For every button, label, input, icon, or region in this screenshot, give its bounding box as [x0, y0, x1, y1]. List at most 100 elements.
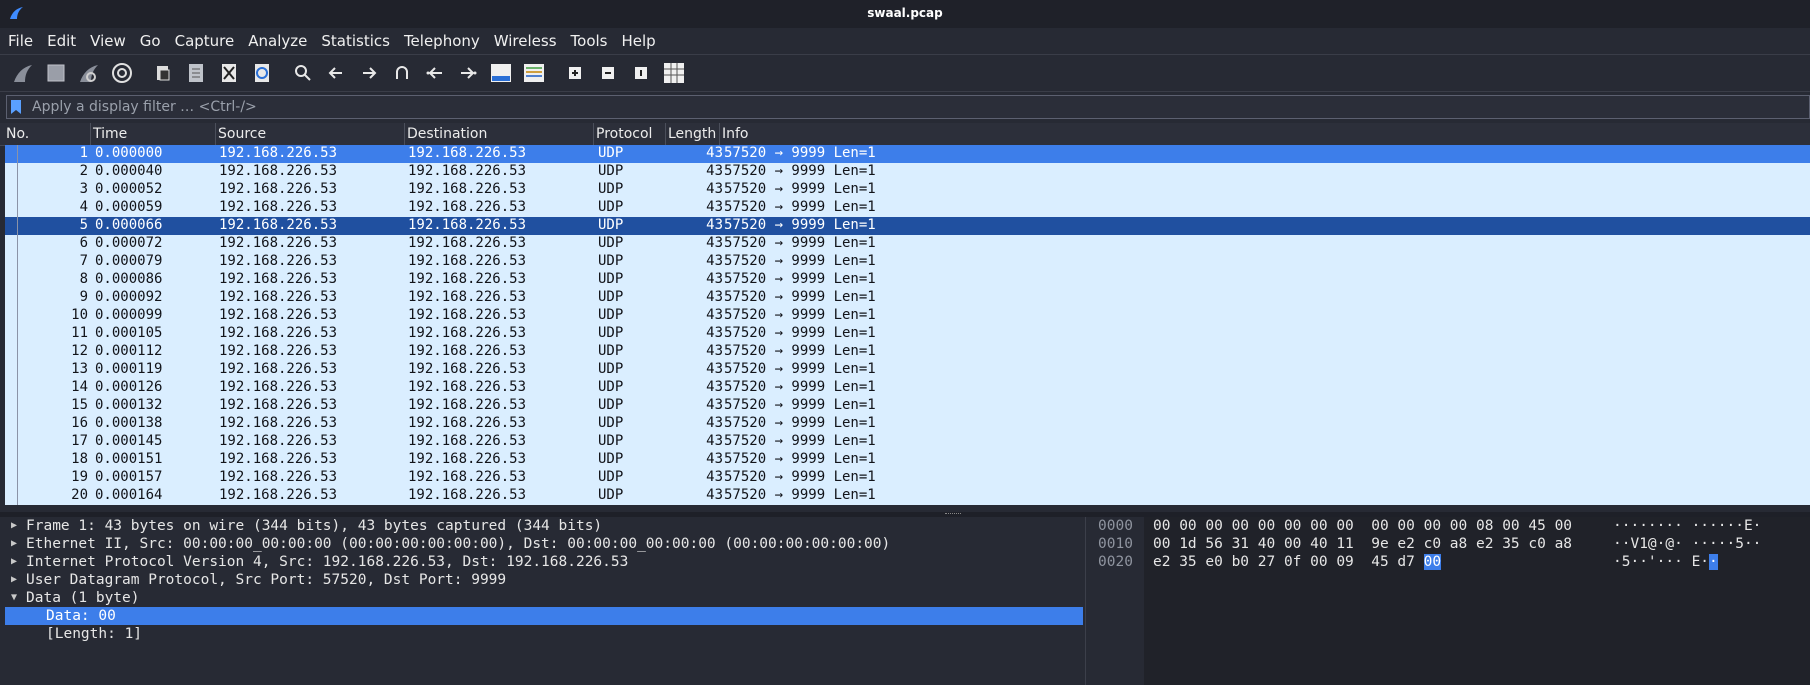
hex-bytes[interactable]: 00 00 00 00 00 00 00 00 00 00 00 00 08 0…	[1153, 517, 1572, 535]
go-last-packet-icon[interactable]	[455, 60, 481, 86]
expand-arrow-icon[interactable]: ▶	[11, 535, 17, 553]
bookmark-icon[interactable]	[10, 98, 24, 116]
column-header-no[interactable]: No.	[6, 126, 29, 142]
packet-row[interactable]: 17 0.000145 192.168.226.53 192.168.226.53 UD…	[5, 433, 1810, 451]
splitter-grip[interactable]	[945, 513, 961, 516]
menu-analyze[interactable]: Analyze	[248, 32, 307, 50]
stop-capture-icon[interactable]	[43, 60, 69, 86]
auto-scroll-icon[interactable]	[488, 60, 514, 86]
column-header-source[interactable]: Source	[218, 126, 266, 142]
menu-capture[interactable]: Capture	[175, 32, 235, 50]
packet-row[interactable]: 4 0.000059 192.168.226.53 192.168.226.53 UDP…	[5, 199, 1810, 217]
hex-bytes[interactable]: 00 1d 56 31 40 00 40 11 9e e2 c0 a8 e2 3…	[1153, 535, 1572, 553]
menu-go[interactable]: Go	[140, 32, 161, 50]
column-header-protocol[interactable]: Protocol	[596, 126, 652, 142]
go-first-packet-icon[interactable]	[422, 60, 448, 86]
menu-statistics[interactable]: Statistics	[321, 32, 390, 50]
packet-row[interactable]: 19 0.000157 192.168.226.53 192.168.226.53 UD…	[5, 469, 1810, 487]
detail-data-length[interactable]: [Length: 1]	[5, 625, 1083, 643]
packet-row[interactable]: 12 0.000112 192.168.226.53 192.168.226.53 UD…	[5, 343, 1810, 361]
go-to-packet-icon[interactable]	[389, 60, 415, 86]
packet-time: 0.000119	[95, 361, 163, 377]
detail-udp[interactable]: ▶ User Datagram Protocol, Src Port: 57520…	[5, 571, 1083, 589]
go-back-icon[interactable]	[323, 60, 349, 86]
display-filter-input[interactable]	[30, 98, 1809, 116]
restart-capture-icon[interactable]	[76, 60, 102, 86]
packet-protocol: UDP	[598, 253, 624, 269]
packet-destination: 192.168.226.53	[408, 343, 527, 359]
zoom-out-icon[interactable]	[595, 60, 621, 86]
zoom-in-icon[interactable]	[562, 60, 588, 86]
packet-row[interactable]: 16 0.000138 192.168.226.53 192.168.226.53 UD…	[5, 415, 1810, 433]
normal-size-icon[interactable]	[628, 60, 654, 86]
packet-info: 57520 → 9999 Len=1	[724, 199, 876, 215]
packet-row[interactable]: 18 0.000151 192.168.226.53 192.168.226.53 UD…	[5, 451, 1810, 469]
start-capture-icon[interactable]	[10, 60, 36, 86]
detail-ethernet[interactable]: ▶ Ethernet II, Src: 00:00:00_00:00:00 (00…	[5, 535, 1083, 553]
detail-data[interactable]: ▼ Data (1 byte)	[5, 589, 1083, 607]
packet-row[interactable]: 2 0.000040 192.168.226.53 192.168.226.53 UDP…	[5, 163, 1810, 181]
packet-row[interactable]: 7 0.000079 192.168.226.53 192.168.226.53 UDP…	[5, 253, 1810, 271]
column-header-info[interactable]: Info	[722, 126, 749, 142]
packet-row[interactable]: 3 0.000052 192.168.226.53 192.168.226.53 UDP…	[5, 181, 1810, 199]
detail-frame[interactable]: ▶ Frame 1: 43 bytes on wire (344 bits), 4…	[5, 517, 1083, 535]
packet-no: 9	[79, 289, 88, 305]
open-file-icon[interactable]	[150, 60, 176, 86]
packet-time: 0.000157	[95, 469, 163, 485]
menu-tools[interactable]: Tools	[571, 32, 608, 50]
close-file-icon[interactable]	[216, 60, 242, 86]
column-header-length[interactable]: Length	[668, 126, 716, 142]
go-forward-icon[interactable]	[356, 60, 382, 86]
resize-columns-icon[interactable]	[661, 60, 687, 86]
packet-row[interactable]: 10 0.000099 192.168.226.53 192.168.226.53 UD…	[5, 307, 1810, 325]
menu-telephony[interactable]: Telephony	[404, 32, 480, 50]
menu-edit[interactable]: Edit	[47, 32, 76, 50]
packet-row[interactable]: 13 0.000119 192.168.226.53 192.168.226.53 UD…	[5, 361, 1810, 379]
expand-arrow-icon[interactable]: ▶	[11, 553, 17, 571]
menu-view[interactable]: View	[90, 32, 126, 50]
packet-row[interactable]: 5 0.000066 192.168.226.53 192.168.226.53 UDP…	[5, 217, 1810, 235]
hex-bytes[interactable]: e2 35 e0 b0 27 0f 00 09 45 d7 00	[1153, 553, 1442, 571]
expand-arrow-icon[interactable]: ▶	[11, 571, 17, 589]
packet-length: 43	[706, 199, 723, 215]
expand-arrow-icon[interactable]: ▶	[11, 517, 17, 535]
colorize-icon[interactable]	[521, 60, 547, 86]
packet-length: 43	[706, 181, 723, 197]
packet-no: 7	[79, 253, 88, 269]
ascii-selected-byte[interactable]: ·	[1709, 554, 1718, 570]
packet-time: 0.000059	[95, 199, 163, 215]
hex-selected-byte[interactable]: 00	[1423, 554, 1442, 570]
packet-row[interactable]: 14 0.000126 192.168.226.53 192.168.226.53 UD…	[5, 379, 1810, 397]
detail-ipv4[interactable]: ▶ Internet Protocol Version 4, Src: 192.1…	[5, 553, 1083, 571]
packet-no: 20	[71, 487, 88, 503]
hex-ascii[interactable]: ··V1@·@· ·····5··	[1613, 535, 1761, 553]
main-toolbar	[0, 55, 1810, 92]
hex-ascii[interactable]: ········ ······E·	[1613, 517, 1761, 535]
packet-destination: 192.168.226.53	[408, 379, 527, 395]
packet-source: 192.168.226.53	[219, 415, 338, 431]
packet-row[interactable]: 11 0.000105 192.168.226.53 192.168.226.53 UD…	[5, 325, 1810, 343]
packet-row[interactable]: 20 0.000164 192.168.226.53 192.168.226.53 UD…	[5, 487, 1810, 505]
find-packet-icon[interactable]	[290, 60, 316, 86]
save-file-icon[interactable]	[183, 60, 209, 86]
title-bar: swaal.pcap	[0, 0, 1810, 28]
packet-row[interactable]: 15 0.000132 192.168.226.53 192.168.226.53 UD…	[5, 397, 1810, 415]
packet-destination: 192.168.226.53	[408, 397, 527, 413]
packet-row[interactable]: 9 0.000092 192.168.226.53 192.168.226.53 UDP…	[5, 289, 1810, 307]
packet-time: 0.000040	[95, 163, 163, 179]
column-header-destination[interactable]: Destination	[407, 126, 487, 142]
menu-file[interactable]: File	[8, 32, 33, 50]
menu-help[interactable]: Help	[621, 32, 655, 50]
collapse-arrow-icon[interactable]: ▼	[11, 589, 17, 607]
hex-ascii[interactable]: ·5··'··· E··	[1613, 553, 1718, 571]
packet-length: 43	[706, 325, 723, 341]
capture-options-icon[interactable]	[109, 60, 135, 86]
reload-file-icon[interactable]	[249, 60, 275, 86]
column-header-time[interactable]: Time	[93, 126, 127, 142]
menu-wireless[interactable]: Wireless	[494, 32, 557, 50]
packet-protocol: UDP	[598, 487, 624, 503]
detail-data-value[interactable]: Data: 00	[5, 607, 1083, 625]
packet-row[interactable]: 1 0.000000 192.168.226.53 192.168.226.53 UDP…	[5, 145, 1810, 163]
packet-row[interactable]: 8 0.000086 192.168.226.53 192.168.226.53 UDP…	[5, 271, 1810, 289]
packet-row[interactable]: 6 0.000072 192.168.226.53 192.168.226.53 UDP…	[5, 235, 1810, 253]
